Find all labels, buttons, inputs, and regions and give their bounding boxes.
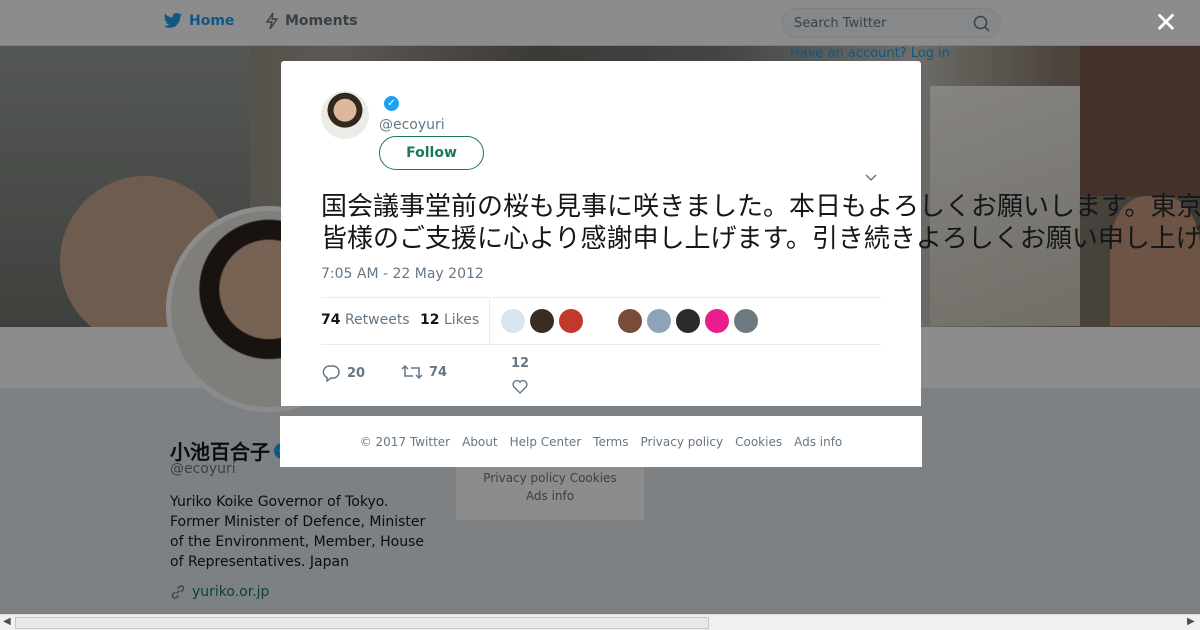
retweets-count: 74 (321, 312, 341, 328)
scroll-left-icon[interactable]: ◀ (3, 616, 11, 627)
verified-badge-icon: ✓ (384, 96, 399, 111)
footer-privacy[interactable]: Privacy policy (641, 435, 724, 449)
liker-avatar[interactable] (530, 309, 554, 333)
reply-count: 20 (347, 365, 366, 381)
close-icon[interactable]: ✕ (1154, 9, 1178, 37)
footer-cookies[interactable]: Cookies (735, 435, 782, 449)
retweet-count: 74 (429, 364, 448, 380)
tweet-actions: 20 74 12 (321, 356, 881, 401)
like-count: 12 (511, 356, 530, 371)
tweet-modal: ✓ @ecoyuri Follow 国会議事堂前の桜も見事に咲きました。本日もよ… (281, 61, 1200, 406)
tweet-author-handle[interactable]: @ecoyuri (379, 117, 445, 133)
liker-avatar[interactable] (559, 309, 583, 333)
retweet-icon (401, 364, 423, 380)
modal-footer: © 2017 Twitter About Help Center Terms P… (280, 416, 922, 467)
likes-count: 12 (420, 312, 440, 328)
tweet-text-line2: 皆様のご支援に心より感謝申し上げます。引き続きよろしくお願い申し上げます。 (321, 224, 1200, 254)
retweets-label: Retweets (344, 312, 410, 328)
footer-terms[interactable]: Terms (593, 435, 628, 449)
likes-label: Likes (443, 312, 480, 328)
tweet-text-line1: 国会議事堂前の桜も見事に咲きました。本日もよろしくお願いします。東京の未来のため… (321, 192, 1200, 222)
heart-icon (512, 379, 528, 394)
footer-copyright: © 2017 Twitter (359, 434, 451, 449)
reply-button[interactable]: 20 (321, 364, 365, 382)
tweet-text: 国会議事堂前の桜も見事に咲きました。本日もよろしくお願いします。東京の未来のため… (321, 191, 1200, 255)
retweets-stat[interactable]: 74 Retweets (321, 312, 410, 328)
liker-avatar[interactable] (501, 309, 525, 333)
horizontal-scrollbar[interactable]: ◀ ▶ (0, 614, 1200, 630)
stats-divider (489, 298, 490, 344)
tweet-stats: 74 Retweets 12 Likes (321, 297, 881, 345)
chevron-down-icon[interactable] (865, 171, 877, 185)
footer-about[interactable]: About (462, 435, 497, 449)
follow-button[interactable]: Follow (379, 136, 484, 170)
liker-avatar[interactable] (705, 309, 729, 333)
footer-ads[interactable]: Ads info (794, 435, 842, 449)
scroll-right-icon[interactable]: ▶ (1187, 616, 1195, 627)
scrollbar-thumb[interactable] (15, 617, 709, 629)
liker-avatar[interactable] (676, 309, 700, 333)
tweet-timestamp[interactable]: 7:05 AM - 22 May 2012 (321, 266, 484, 282)
footer-help[interactable]: Help Center (510, 435, 582, 449)
tweet-author-avatar[interactable] (321, 91, 369, 139)
liker-avatar[interactable] (647, 309, 671, 333)
likes-stat[interactable]: 12 Likes (420, 312, 479, 328)
reply-icon (322, 365, 340, 382)
retweet-button[interactable]: 74 (401, 364, 447, 380)
like-button[interactable]: 12 (511, 356, 529, 394)
liker-avatar[interactable] (618, 309, 642, 333)
liker-avatar[interactable] (734, 309, 758, 333)
